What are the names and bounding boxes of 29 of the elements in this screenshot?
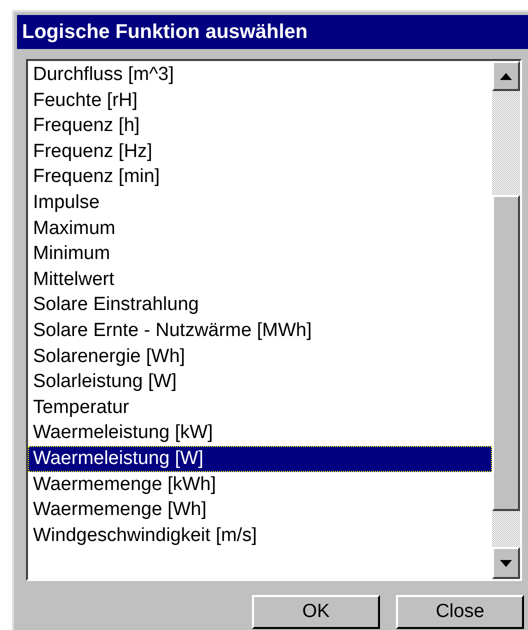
list-item[interactable]: Impulse <box>28 190 492 216</box>
list-item[interactable]: Windgeschwindigkeit [m/s] <box>28 522 492 548</box>
close-button[interactable]: Close <box>396 595 524 629</box>
list-item[interactable]: Frequenz [Hz] <box>28 138 492 164</box>
list-item[interactable]: Waermeleistung [kW] <box>28 420 492 446</box>
list-item[interactable]: Solare Ernte - Nutzwärme [MWh] <box>28 318 492 344</box>
down-arrow-icon <box>500 560 512 566</box>
list-item[interactable]: Mittelwert <box>28 266 492 292</box>
list-item[interactable]: Maximum <box>28 216 492 242</box>
list-item[interactable]: Temperatur <box>28 394 492 420</box>
scroll-up-button[interactable] <box>492 61 520 91</box>
list-item[interactable]: Solarleistung [W] <box>28 369 492 395</box>
scroll-down-button[interactable] <box>492 547 520 579</box>
list-item[interactable]: Waermeleistung [W] <box>28 446 492 472</box>
list-item[interactable]: Frequenz [h] <box>28 113 492 139</box>
scrollbar[interactable] <box>492 61 520 579</box>
list-item[interactable]: Solarenergie [Wh] <box>28 344 492 370</box>
window-title: Logische Funktion auswählen <box>17 15 528 49</box>
list-item[interactable]: Feuchte [rH] <box>28 88 492 114</box>
ok-button[interactable]: OK <box>252 595 380 629</box>
list-box[interactable] <box>26 59 522 581</box>
list-item[interactable]: Minimum <box>28 241 492 267</box>
list-item[interactable]: Frequenz [min] <box>28 164 492 190</box>
list-item[interactable]: Durchfluss [m^3] <box>28 62 492 88</box>
list-item[interactable]: Waermemenge [kWh] <box>28 472 492 498</box>
list-item[interactable]: Waermemenge [Wh] <box>28 497 492 523</box>
up-arrow-icon <box>500 72 512 80</box>
scroll-thumb[interactable] <box>492 195 520 511</box>
list-item[interactable]: Solare Einstrahlung <box>28 292 492 318</box>
